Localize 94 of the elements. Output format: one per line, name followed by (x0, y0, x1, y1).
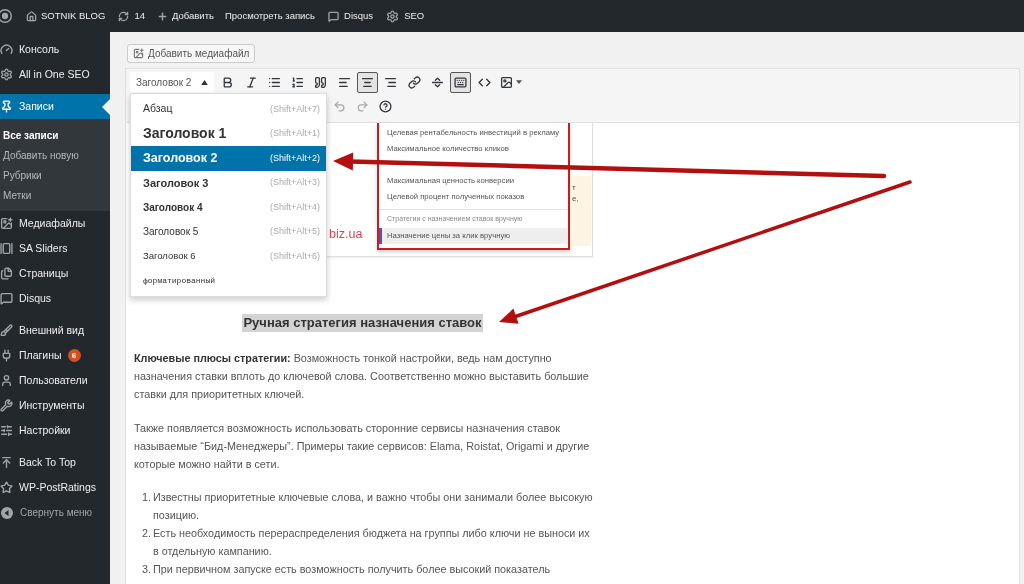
align-center-button[interactable] (357, 71, 379, 93)
menu-item[interactable]: All in One SEO (0, 62, 110, 87)
comment-icon (0, 292, 13, 305)
collapse-menu-button[interactable]: Свернуть меню (0, 500, 110, 525)
site-link[interactable]: SOTNIK BLOG (26, 8, 106, 24)
user-icon (0, 374, 13, 387)
gear-icon (386, 9, 400, 23)
menu-item[interactable]: Инструменты (0, 393, 110, 418)
submenu-item[interactable]: Все записи (0, 125, 110, 145)
format-option[interactable]: форматированный (131, 268, 326, 293)
shortcut-text: (Shift+Alt+3) (269, 176, 320, 189)
format-option[interactable]: Заголовок 1 (Shift+Alt+1) (131, 121, 326, 146)
format-option[interactable]: Заголовок 2 (Shift+Alt+2) (131, 146, 326, 171)
link-icon (407, 75, 421, 89)
menu-item[interactable]: Медиафайлы (0, 211, 110, 236)
add-new-link[interactable]: Добавить (157, 8, 214, 24)
format-option[interactable]: Абзац (Shift+Alt+7) (131, 97, 326, 122)
list-number: 2. (141, 526, 151, 541)
count-badge: 6 (67, 349, 81, 362)
align-center-icon (361, 75, 375, 89)
menu-item[interactable]: Записи (0, 94, 110, 119)
menu-item[interactable]: WP-PostRatings (0, 475, 110, 500)
plus-icon (157, 10, 168, 22)
list-item-text: При первичном запуске есть возможность получить более высокий показатель (153, 562, 552, 577)
list-item-text: Есть необходимость перераспределения бюджета на группы либо ключи не выноси их в отдельную кампанию. (153, 526, 591, 559)
quote-icon (314, 75, 328, 89)
submenu-item[interactable]: Рубрики (0, 165, 110, 185)
format-option[interactable]: Заголовок 6 (Shift+Alt+6) (131, 244, 326, 269)
format-option[interactable]: Заголовок 5 (Shift+Alt+5) (131, 219, 326, 244)
refresh-icon (118, 10, 130, 22)
format-option[interactable]: Заголовок 3 (Shift+Alt+3) (131, 170, 326, 195)
separator-icon (430, 75, 444, 89)
bold-icon (221, 75, 235, 89)
star-icon (0, 481, 13, 494)
shortcut-text: (Shift+Alt+4) (269, 200, 320, 214)
slides-icon (0, 242, 13, 255)
paragraph: Ключевые плюсы стратегии: Возможность тонкой настройки, ведь нам доступно назначения ставки вплоть до ключевой слова. Соответственно можно выставить большие ставки для приоритетных ключей. (134, 351, 590, 402)
seo-link[interactable]: SEO (386, 8, 425, 24)
shortcut-text: (Shift+Alt+7) (269, 102, 320, 116)
site-name-text: biz.ua (329, 227, 364, 242)
comment-icon (328, 10, 340, 22)
menu-item[interactable]: Внешний вид (0, 318, 110, 343)
menu-item[interactable]: Back To Top (0, 450, 110, 475)
media-icon (133, 48, 144, 59)
undo-icon (333, 99, 346, 113)
note-text: т (572, 182, 577, 193)
list-item-text: Известны приоритетные ключевые слова, и важно чтобы они занимали более высокую позицию. (153, 490, 594, 523)
post-heading: Ручная стратегия назначения ставок (242, 314, 483, 332)
media-icon (0, 217, 13, 230)
submenu-item[interactable]: Добавить новую (0, 145, 110, 165)
list-number: 3. (141, 562, 151, 577)
redo-icon (356, 99, 369, 113)
format-select[interactable]: Заголовок 2 (130, 72, 214, 92)
menu-item[interactable]: Disqus (0, 286, 110, 311)
align-right-icon (384, 75, 398, 89)
numbered-list-icon (291, 75, 305, 89)
menu-item[interactable]: SA Sliders (0, 236, 110, 261)
wrench-icon (0, 399, 13, 412)
gauge-icon (0, 43, 13, 56)
menu-item[interactable]: Настройки (0, 418, 110, 443)
disqus-link[interactable]: Disqus (328, 8, 374, 24)
help-icon (379, 99, 392, 113)
shortcut-text: (Shift+Alt+5) (269, 225, 320, 238)
keyboard-icon (454, 75, 468, 89)
shortcut-text: (Shift+Alt+2) (269, 151, 320, 165)
paragraph: Также появляется возможность использовать сторонние сервисы назначения ставок называемые “Бид-Менеджеры”. Примеры такие сервисов: Elama, Roistat, Origami и другие которые можно найти в сети. (134, 421, 591, 472)
italic-icon (244, 75, 258, 89)
keyboard-button[interactable] (450, 71, 472, 93)
menu-item[interactable]: Пользователи (0, 368, 110, 393)
add-media-button[interactable]: Добавить медиафайл (127, 44, 256, 63)
shortcut-text: (Shift+Alt+1) (269, 127, 320, 140)
image-icon (499, 75, 513, 89)
updates-link[interactable]: 14 (118, 8, 145, 24)
sliders-icon (0, 424, 13, 437)
menu-item[interactable]: Плагины (0, 343, 63, 368)
upload-icon (0, 456, 13, 469)
shortcut-text: (Shift+Alt+6) (269, 249, 320, 263)
format-option[interactable]: Заголовок 4 (Shift+Alt+4) (131, 195, 326, 220)
pin-icon (0, 100, 13, 113)
view-post-link[interactable]: Просмотреть запись (225, 8, 316, 24)
submenu-item[interactable]: Метки (0, 185, 110, 205)
align-left-icon (337, 75, 351, 89)
brush-icon (0, 324, 13, 337)
gear-icon (0, 68, 13, 81)
pages-icon (0, 267, 13, 280)
note-text: е, (572, 193, 580, 204)
menu-item[interactable]: Консоль (0, 37, 110, 62)
plug-icon (0, 349, 13, 362)
bullet-list-icon (267, 75, 281, 89)
logo-icon[interactable] (0, 9, 12, 23)
list-number: 1. (141, 490, 151, 505)
home-icon (26, 10, 37, 22)
caret-icon (515, 80, 522, 84)
menu-item[interactable]: Страницы (0, 261, 110, 286)
